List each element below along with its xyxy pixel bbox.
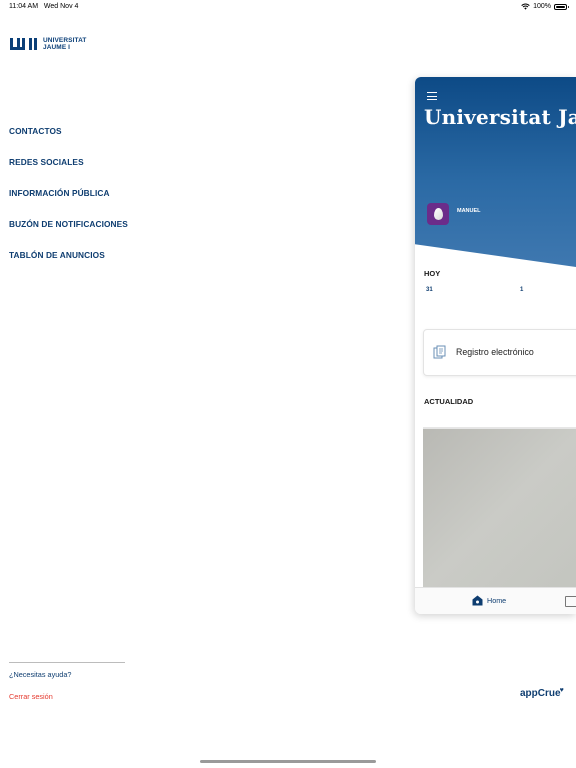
document-register-icon xyxy=(433,345,446,359)
tab-home-label: Home xyxy=(487,596,507,605)
home-indicator xyxy=(200,760,376,763)
card-label: Registro electrónico xyxy=(456,347,534,357)
tab-home[interactable]: Home xyxy=(472,595,506,606)
battery-percent: 100% xyxy=(533,3,551,10)
home-preview-panel[interactable]: Universitat Jaume I MANUEL HOY 31 1 Regi… xyxy=(415,77,576,614)
battery-icon xyxy=(554,3,569,10)
calendar-day[interactable]: 1 xyxy=(520,287,523,293)
registro-electronico-card[interactable]: Registro electrónico xyxy=(423,329,576,376)
egg-avatar-icon xyxy=(433,208,443,220)
avatar[interactable] xyxy=(427,203,449,225)
uji-logo-mark xyxy=(10,38,37,50)
status-bar: 11:04 AM Wed Nov 4 100% xyxy=(0,0,576,14)
today-label: HOY xyxy=(424,269,441,278)
news-section-title: ACTUALIDAD xyxy=(424,397,474,406)
uji-logo: UNIVERSITAT JAUME I xyxy=(9,37,87,51)
menu-item-informacion-publica[interactable]: INFORMACIÓN PÚBLICA xyxy=(9,188,110,198)
news-image[interactable] xyxy=(423,427,576,587)
menu-item-contactos[interactable]: CONTACTOS xyxy=(9,126,62,136)
app-screen: 11:04 AM Wed Nov 4 100% UNIVERSITAT JAUM… xyxy=(0,0,576,768)
status-time: 11:04 AM Wed Nov 4 xyxy=(9,3,79,10)
footer-divider xyxy=(9,662,125,663)
appcrue-logo: appCrue♥ xyxy=(520,687,564,699)
status-right: 100% xyxy=(521,3,569,10)
menu-item-buzon-notificaciones[interactable]: BUZÓN DE NOTIFICACIONES xyxy=(9,219,128,229)
menu-item-redes-sociales[interactable]: REDES SOCIALES xyxy=(9,157,84,167)
calendar-tab-icon[interactable] xyxy=(565,596,576,607)
wifi-icon xyxy=(521,3,530,10)
user-name: MANUEL xyxy=(457,208,481,214)
tab-bar: Home xyxy=(415,587,576,614)
home-icon xyxy=(472,595,483,606)
status-date: Wed Nov 4 xyxy=(43,3,79,10)
help-link[interactable]: ¿Necesitas ayuda? xyxy=(9,670,71,679)
uji-logo-text: UNIVERSITAT JAUME I xyxy=(43,37,87,51)
heart-icon: ♥ xyxy=(559,687,564,694)
logout-link[interactable]: Cerrar sesión xyxy=(9,692,53,701)
menu-item-tablon-anuncios[interactable]: TABLÓN DE ANUNCIOS xyxy=(9,250,105,260)
hero-title: Universitat Jaume I xyxy=(424,105,576,129)
hamburger-menu-icon[interactable] xyxy=(427,92,437,103)
calendar-day[interactable]: 31 xyxy=(426,287,433,293)
